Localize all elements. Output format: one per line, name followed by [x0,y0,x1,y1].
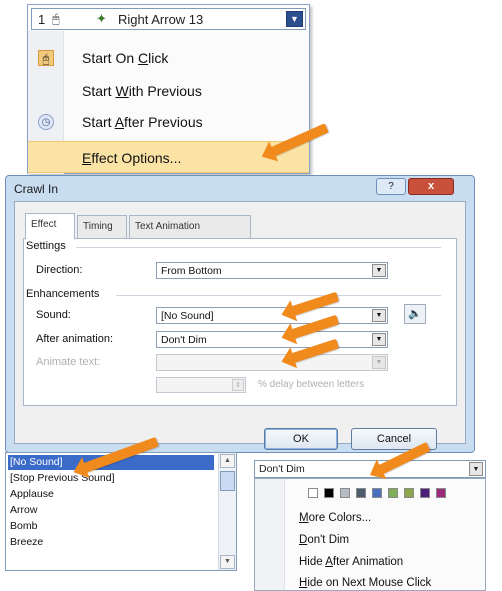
chevron-down-icon[interactable]: ▼ [220,555,235,569]
animate-text-label: Animate text: [36,356,101,368]
sound-select[interactable]: [No Sound] ▼ [156,307,388,324]
after-animation-value: Don't Dim [161,334,207,346]
after-animation-menu: More Colors... Don't Dim Hide After Anim… [254,478,486,591]
chevron-up-icon[interactable]: ▲ [220,454,235,468]
clock-icon: ◷ [38,114,54,130]
color-swatch[interactable] [372,488,382,498]
chevron-down-icon[interactable]: ▼ [286,11,303,27]
menu-item-label: Effect Options... [82,150,182,166]
color-swatch[interactable] [308,488,318,498]
chevron-down-icon[interactable]: ▼ [372,309,386,322]
tab-effect[interactable]: Effect [25,213,75,240]
section-divider [116,295,441,296]
menu-item-start-after-previous[interactable]: ◷ Start After Previous [28,107,309,137]
sound-dropdown-list: [No Sound] [Stop Previous Sound] Applaus… [5,452,237,571]
menu-item-more-colors[interactable]: More Colors... [299,512,371,524]
menu-item-dont-dim[interactable]: Don't Dim [299,534,349,546]
chevron-down-icon: ▼ [372,356,386,369]
delay-label: % delay between letters [258,379,365,390]
spinner-arrows-icon: ⇕ [232,379,244,391]
after-animation-select[interactable]: Don't Dim ▼ [156,331,388,348]
ok-button[interactable]: OK [264,428,338,450]
menu-item-label: Start With Previous [82,83,202,99]
menu-item-hide-after-animation[interactable]: Hide After Animation [299,556,403,568]
color-swatch[interactable] [436,488,446,498]
after-animation-value: Don't Dim [259,463,305,475]
color-swatch[interactable] [388,488,398,498]
delay-spinner: ⇕ [156,377,246,393]
color-swatch[interactable] [324,488,334,498]
after-animation-label: After animation: [36,333,114,345]
chevron-down-icon[interactable]: ▼ [372,333,386,346]
tab-text-animation[interactable]: Text Animation [129,215,251,240]
mouse-click-icon: 🖰 [38,50,54,66]
chevron-down-icon[interactable]: ▼ [372,264,386,277]
mouse-click-icon: 🖰 [52,11,60,26]
sound-label: Sound: [36,309,71,321]
animation-list-item[interactable]: 1 🖰 ✦ Right Arrow 13 ▼ [31,8,306,30]
color-swatch[interactable] [404,488,414,498]
animate-text-select: ▼ [156,354,388,371]
speaker-icon[interactable]: 🔈 [404,304,426,324]
list-item[interactable]: Applause [8,487,214,502]
settings-heading: Settings [26,240,66,252]
menu-item-label: Start On Click [82,50,169,66]
chevron-down-icon[interactable]: ▼ [469,462,483,476]
menu-item-label: Start After Previous [82,114,203,130]
enhancements-heading: Enhancements [26,288,100,300]
list-item[interactable]: [Stop Previous Sound] [8,471,214,486]
list-item[interactable]: Arrow [8,503,214,518]
direction-value: From Bottom [161,265,222,277]
scrollbar-thumb[interactable] [220,471,235,491]
menu-item-hide-on-next-click[interactable]: Hide on Next Mouse Click [299,577,431,589]
effect-options-dialog: Crawl In ? x Effect Timing Text Animatio… [5,175,475,453]
menu-item-start-with-previous[interactable]: Start With Previous [28,76,309,106]
color-swatch[interactable] [356,488,366,498]
scrollbar[interactable]: ▲ ▼ [218,453,236,570]
color-swatch[interactable] [340,488,350,498]
tab-timing[interactable]: Timing [77,215,127,240]
sound-value: [No Sound] [161,310,214,322]
section-divider [76,247,441,248]
list-item[interactable]: Breeze [8,535,214,550]
list-item[interactable]: Bomb [8,519,214,534]
direction-label: Direction: [36,264,83,276]
menu-icon-gutter [255,479,285,590]
entrance-effect-icon: ✦ [96,11,107,26]
close-button[interactable]: x [408,178,454,195]
help-button[interactable]: ? [376,178,406,195]
animation-order-number: 1 [38,12,46,27]
dialog-title: Crawl In [14,182,59,196]
color-swatch[interactable] [420,488,430,498]
direction-select[interactable]: From Bottom ▼ [156,262,388,279]
menu-item-start-on-click[interactable]: 🖰 Start On Click [28,43,309,73]
animation-effect-name: Right Arrow 13 [118,12,204,27]
